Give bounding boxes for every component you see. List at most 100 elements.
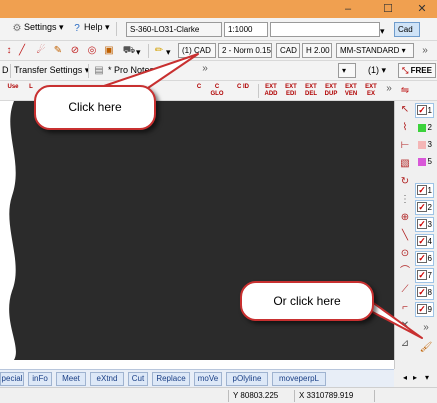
id-icon[interactable]: C ID <box>234 84 252 91</box>
align-icon[interactable]: ⟋ <box>398 283 412 297</box>
status-extra <box>374 390 437 402</box>
mirror-icon[interactable]: ⇋ <box>398 84 412 98</box>
cursor-icon[interactable]: ↖ <box>398 103 412 117</box>
cmd-info[interactable]: inFo <box>28 372 52 386</box>
text-height-button[interactable]: H 2.00 <box>302 43 332 58</box>
target-icon[interactable]: ◎ <box>85 44 99 58</box>
brush-icon[interactable]: 🖌 <box>419 341 433 355</box>
circle-icon[interactable]: C <box>190 84 208 91</box>
fillet-icon[interactable]: ⌐ <box>398 301 412 315</box>
layer-toggle-7[interactable]: ✓ 7 <box>415 268 434 283</box>
window-titlebar: – ☐ ✕ <box>0 0 437 18</box>
cad-mode-button[interactable]: Cad <box>394 22 420 37</box>
cross-icon[interactable]: ✕ <box>398 319 412 333</box>
pencil-icon[interactable]: ✎ <box>51 44 65 58</box>
status-bar: Y 80803.225 X 3310789.919 <box>0 387 437 403</box>
erase-icon[interactable]: ⊘ <box>68 44 82 58</box>
glo-icon[interactable]: C GLO <box>208 84 226 98</box>
cmd-move[interactable]: moVe <box>194 372 222 386</box>
torn-edge-decoration <box>0 101 16 360</box>
ext-ex-icon[interactable]: EXT EX <box>362 84 380 98</box>
settings-menu[interactable]: Settings ▾ <box>24 22 64 33</box>
use-icon[interactable]: Use <box>4 84 22 91</box>
ext-edi-icon[interactable]: EXT EDI <box>282 84 300 98</box>
highlighter-dropdown-icon[interactable]: ▾ <box>166 47 171 58</box>
pro-notes-menu[interactable]: * Pro Notes * ▾ <box>108 65 167 76</box>
layer-toggle-1[interactable]: ✓ 1 <box>415 103 434 118</box>
cmd-moveperpl[interactable]: moveperpL <box>272 372 326 386</box>
layer-toggle-4[interactable]: ✓ 4 <box>415 234 434 249</box>
select-icon[interactable]: ☄ <box>34 44 48 58</box>
overflow-chevron-icon[interactable]: » <box>418 44 432 58</box>
grid-icon[interactable]: ⋮ <box>398 193 412 207</box>
layer-number-select[interactable]: (1) ▾ <box>368 65 386 76</box>
cmd-polyline[interactable]: pOlyline <box>226 372 268 386</box>
callout-or-click-here: Or click here <box>240 281 374 321</box>
cad-button[interactable]: CAD <box>276 43 300 58</box>
scroll-down-icon[interactable]: ▾ <box>420 371 434 385</box>
hatch-icon[interactable]: ▧ <box>398 157 412 171</box>
dropdown-chevron-icon[interactable]: ▾ <box>380 26 385 37</box>
line-norm-button[interactable]: 2 - Norm 0.15 <box>218 43 272 58</box>
cmd-special[interactable]: pecial <box>0 372 24 386</box>
maximize-icon[interactable]: ☐ <box>378 1 398 17</box>
notes-icon: ▤ <box>94 65 104 76</box>
x-coordinate: X 3310789.919 <box>294 390 374 402</box>
y-coordinate: Y 80803.225 <box>228 390 294 402</box>
menu-toolbar: ⚙ Settings ▾ ? Help ▾ S-360-LO31-Clarke … <box>0 18 437 41</box>
cmd-meet[interactable]: Meet <box>56 372 86 386</box>
layer-color-5[interactable]: 5 <box>415 154 434 169</box>
edit-overflow-icon[interactable]: » <box>382 82 396 96</box>
ext-del-icon[interactable]: EXT DEL <box>302 84 320 98</box>
transfer-settings-menu[interactable]: Transfer Settings ▾ <box>14 65 89 76</box>
layer-toggle-3[interactable]: ✓ 3 <box>415 217 434 232</box>
cmd-nav: ◂ ▸ ▾ <box>394 369 437 387</box>
line-draw-icon[interactable]: ╱ <box>15 44 29 58</box>
drawing-canvas[interactable] <box>0 101 394 360</box>
help-menu[interactable]: Help ▾ <box>84 22 110 33</box>
style-select[interactable]: MM-STANDARD ▾ <box>336 43 414 58</box>
highlighter-icon[interactable]: ✏ <box>152 44 166 58</box>
layers-icon[interactable]: ▣ <box>102 44 116 58</box>
layer-color-2[interactable]: 2 <box>415 120 434 135</box>
snap-icon[interactable]: ↕ <box>2 44 16 58</box>
layer-cad-button[interactable]: (1) CAD <box>178 43 216 58</box>
rotate-icon[interactable]: ↻ <box>398 175 412 189</box>
minimize-icon[interactable]: – <box>338 1 358 17</box>
measure-icon[interactable]: ⊿ <box>398 337 412 351</box>
cmd-cut[interactable]: Cut <box>128 372 148 386</box>
cmd-extend[interactable]: eXtnd <box>90 372 124 386</box>
toolbar-overflow-icon[interactable]: » <box>198 62 212 76</box>
settings-gear-icon: ⚙ <box>12 23 22 34</box>
free-button[interactable]: ⤡ FREE <box>398 63 436 78</box>
ext-add-icon[interactable]: EXT ADD <box>262 84 280 98</box>
ext-ven-icon[interactable]: EXT VEN <box>342 84 360 98</box>
offset-icon[interactable]: ╲ <box>398 229 412 243</box>
layer-toggle-2[interactable]: ✓ 2 <box>415 200 434 215</box>
close-icon[interactable]: ✕ <box>412 1 432 17</box>
truck-dropdown-icon[interactable]: ▾ <box>136 47 141 58</box>
point-icon[interactable]: ⊕ <box>398 211 412 225</box>
layer-toggle-9[interactable]: ✓ 9 <box>415 302 434 317</box>
right-layer-panel: ↖ ⌇ ⊢ ▧ ↻ ⋮ ⊕ ╲ ⊙ ⌒ ⟋ ⌐ ✕ ⊿ ✓ 1 2 3 5 ✓ 1 … <box>394 101 437 360</box>
draw-toolbar: ↕ ╱ ☄ ✎ ⊘ ◎ ▣ ⛟ ▾ ✏ ▾ (1) CAD 2 - Norm 0… <box>0 41 437 61</box>
layer-dropdown-button[interactable]: ▾ <box>338 63 356 78</box>
ext-dup-icon[interactable]: EXT DUP <box>322 84 340 98</box>
layer-color-3[interactable]: 3 <box>415 137 434 152</box>
truck-icon[interactable]: ⛟ <box>122 44 136 58</box>
panel-scroll-area <box>394 360 437 369</box>
arc-icon[interactable]: ⌒ <box>398 265 412 279</box>
panel-overflow-icon[interactable]: » <box>419 321 433 335</box>
scale-field[interactable]: 1:1000 <box>224 22 268 37</box>
callout-click-here: Click here <box>34 85 156 130</box>
blank-field[interactable] <box>270 22 380 37</box>
dimension-icon[interactable]: ⊢ <box>398 139 412 153</box>
trace-icon[interactable]: ⌇ <box>398 121 412 135</box>
coordinate-system-field[interactable]: S-360-LO31-Clarke <box>126 22 222 37</box>
left-label: D <box>2 65 9 75</box>
layer-toggle-6[interactable]: ✓ 6 <box>415 251 434 266</box>
layer-toggle-1b[interactable]: ✓ 1 <box>415 183 434 198</box>
layer-toggle-8[interactable]: ✓ 8 <box>415 285 434 300</box>
cmd-replace[interactable]: Replace <box>152 372 190 386</box>
node-icon[interactable]: ⊙ <box>398 247 412 261</box>
